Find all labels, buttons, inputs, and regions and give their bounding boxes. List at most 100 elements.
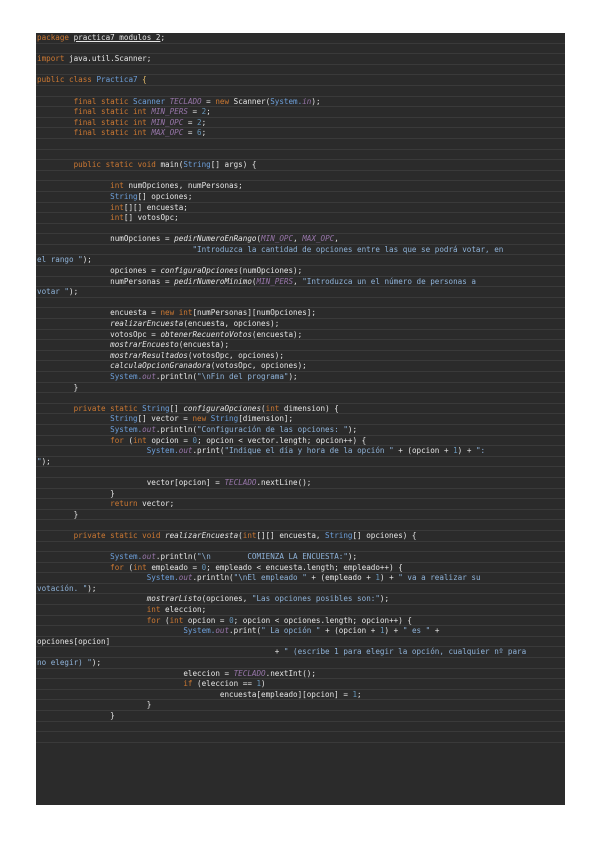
code-token: encuesta = [110, 308, 161, 318]
code-panel: package practica7_modulos_2; import java.… [36, 33, 565, 805]
code-token: TECLADO [224, 477, 257, 487]
code-line: System.out.print(" La opción " + (opcion… [36, 626, 565, 637]
code-token: .println( [192, 573, 234, 583]
code-line: System.out.println("\nFin del programa")… [36, 372, 565, 383]
code-token: dimension) { [283, 403, 339, 413]
code-line: opciones[opcion] [36, 637, 565, 648]
code-token: public [37, 75, 70, 85]
code-token: String [210, 414, 239, 424]
code-token: realizarEncuesta [165, 530, 239, 540]
code-token: "\n COMIENZA LA ENCUESTA:" [197, 552, 348, 562]
code-line: public class Practica7 { [36, 75, 565, 86]
code-token: int [110, 202, 124, 212]
code-token: public static void [73, 160, 161, 170]
code-line: System.out.println("\n COMIENZA LA ENCUE… [36, 552, 565, 563]
code-token: mostrarResultados [110, 350, 188, 360]
code-token: System. [146, 573, 179, 583]
code-token: mostrarEncuesto [110, 340, 179, 350]
code-token: String [110, 414, 138, 424]
code-token: ": [475, 446, 486, 456]
code-token: new int [160, 308, 193, 318]
code-line: votosOpc = obtenerRecuentoVotos(encuesta… [36, 330, 565, 341]
code-line: realizarEncuesta(encuesta, opciones); [36, 319, 565, 330]
code-line: int numOpciones, numPersonas; [36, 181, 565, 192]
code-token: [] args) { [210, 160, 257, 170]
code-token: Scanner( [233, 96, 271, 106]
code-line: } [36, 711, 565, 722]
code-token: ; opcion < vector.length; opcion++) { [197, 435, 367, 445]
code-token: new [192, 414, 211, 424]
code-token: votosOpc = [110, 329, 161, 339]
code-line: System.out.print("Indique el día y hora … [36, 446, 565, 457]
code-token: Practica7 [96, 75, 143, 85]
code-token: MAX_OPC [151, 128, 184, 138]
code-line: numOpciones = pedirNumeroEnRango(MIN_OPC… [36, 234, 565, 245]
code-token: int [146, 605, 166, 615]
code-token: ); [41, 456, 51, 466]
code-token: numPersonas = [110, 276, 175, 286]
code-token: MIN_OPC [151, 117, 184, 127]
code-token: configuraOpciones [183, 403, 262, 413]
code-token: String [142, 403, 170, 413]
code-token: MAX_OPC [302, 234, 335, 244]
code-line: return vector; [36, 499, 565, 510]
code-token: = [187, 107, 202, 117]
code-token: int [265, 403, 284, 413]
code-token: package [37, 33, 74, 42]
code-token: (encuesta, opciones); [183, 319, 280, 329]
code-line: final static int MIN_PERS = 2; [36, 107, 565, 118]
code-token: TECLADO [169, 96, 202, 106]
code-token: [][] encuesta, [256, 530, 326, 540]
code-token: MIN_OPC [261, 234, 294, 244]
code-line: "); [36, 457, 565, 468]
code-token: pedirNumeroEnRango [174, 234, 257, 244]
code-line: final static int MIN_OPC = 2; [36, 118, 565, 129]
code-token: " (escribe 1 para elegir la opción, cual… [283, 647, 527, 657]
code-token: ); [347, 424, 358, 434]
code-line [36, 732, 565, 743]
code-token: + [37, 647, 284, 657]
code-token: [numPersonas][numOpciones]; [192, 308, 316, 318]
code-line: no elegir) "); [36, 658, 565, 669]
code-token: for [110, 562, 129, 572]
code-token: [] opciones) { [352, 530, 417, 540]
code-token: out [215, 626, 230, 636]
code-token: configuraOpciones [160, 266, 239, 276]
code-token: opciones = [110, 266, 161, 276]
code-token: String [183, 160, 211, 170]
code-token: ); [87, 583, 97, 593]
code-token: out [178, 446, 193, 456]
code-token: .println( [155, 424, 198, 434]
code-token: class [69, 75, 97, 85]
code-token: (encuesta); [251, 329, 303, 339]
code-token: + (empleado + [306, 573, 376, 583]
code-token: obtenerRecuentoVotos [160, 329, 252, 339]
code-line [36, 139, 565, 150]
code-token: ; [206, 107, 211, 117]
code-token: System. [183, 626, 216, 636]
code-line [36, 44, 565, 55]
code-token: (encuesta); [178, 340, 230, 350]
code-token: MIN_PERS [151, 107, 188, 117]
code-line: numPersonas = pedirNumeroMinimo(MIN_PERS… [36, 277, 565, 288]
